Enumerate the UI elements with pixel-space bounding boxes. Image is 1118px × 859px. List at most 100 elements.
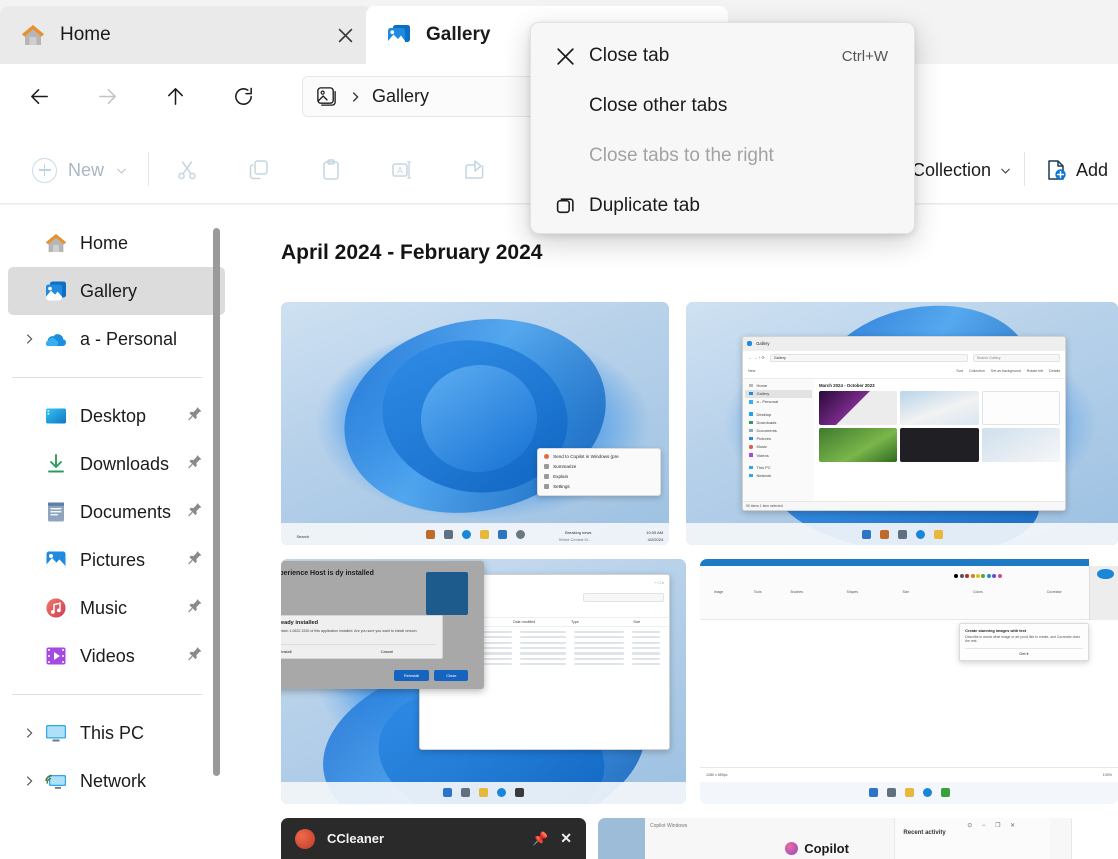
pin-icon[interactable] bbox=[187, 454, 203, 475]
home-icon bbox=[20, 22, 46, 48]
mini-cocreator-tooltip: Create stunning images with text Describ… bbox=[959, 623, 1089, 661]
gallery-date-heading: April 2024 - February 2024 bbox=[281, 241, 542, 265]
sidebar-item-label: Home bbox=[80, 233, 128, 254]
sidebar-item-label: This PC bbox=[80, 723, 144, 744]
share-button[interactable] bbox=[455, 151, 493, 189]
mini-menu-item: Summarize bbox=[538, 462, 660, 472]
collection-button[interactable]: Collection bbox=[912, 152, 1012, 188]
mini-paint-zoom: 100% bbox=[1103, 773, 1112, 777]
context-menu-item-duplicate-tab[interactable]: Duplicate tab bbox=[535, 181, 910, 231]
downloads-icon bbox=[44, 452, 68, 476]
mini-explorer-window: Gallery ← → ↑ ⟳ Gallery Search Gallery N… bbox=[742, 336, 1066, 511]
documents-icon bbox=[44, 500, 68, 524]
chevron-right-icon bbox=[348, 90, 362, 104]
pin-icon[interactable] bbox=[187, 406, 203, 427]
chevron-right-icon[interactable] bbox=[18, 770, 40, 792]
copilot-logo-icon bbox=[785, 842, 798, 855]
tab-home[interactable]: Home bbox=[0, 6, 372, 64]
desktop-icon bbox=[44, 404, 68, 428]
sidebar-item-desktop[interactable]: Desktop bbox=[8, 392, 225, 440]
chevron-down-icon bbox=[999, 164, 1012, 177]
command-separator bbox=[148, 152, 149, 186]
mini-news-title: Breaking news bbox=[565, 530, 591, 535]
paste-button[interactable] bbox=[312, 151, 350, 189]
context-menu-item-close-tabs-to-the-right: Close tabs to the right bbox=[535, 131, 910, 181]
mini-copilot-panel-heading: Recent activity bbox=[903, 830, 1042, 836]
sidebar-item-gallery[interactable]: Gallery bbox=[8, 267, 225, 315]
gallery-thumbnail-5[interactable]: CCleaner 📌 ✕ bbox=[281, 818, 586, 859]
mini-copilot-window-title: Copilot Windows bbox=[650, 823, 687, 829]
sidebar-scrollbar[interactable] bbox=[213, 228, 220, 776]
new-button-label: New bbox=[68, 160, 104, 181]
gallery-thumbnail-4[interactable]: Image Tools Brushes Shapes Size bbox=[700, 559, 1118, 804]
context-menu-label: Duplicate tab bbox=[589, 195, 700, 217]
videos-icon bbox=[44, 644, 68, 668]
mini-inner-dialog-heading: Newer version already installed bbox=[281, 620, 436, 626]
chevron-right-icon[interactable] bbox=[18, 722, 40, 744]
pin-icon[interactable] bbox=[187, 646, 203, 667]
close-icon[interactable]: ✕ bbox=[560, 830, 572, 847]
rename-button[interactable]: A bbox=[383, 151, 421, 189]
onedrive-icon bbox=[44, 327, 68, 351]
navigation-pane: Home Gallery bbox=[0, 205, 233, 859]
sidebar-item-a-personal[interactable]: a - Personal bbox=[8, 315, 225, 363]
mini-search-label: Search bbox=[297, 534, 310, 539]
copy-button[interactable] bbox=[240, 151, 278, 189]
context-menu-item-close-other-tabs[interactable]: Close other tabs bbox=[535, 81, 910, 131]
sidebar-divider-2 bbox=[12, 694, 203, 695]
sidebar-item-label: Pictures bbox=[80, 550, 145, 571]
music-icon bbox=[44, 596, 68, 620]
chevron-right-icon[interactable] bbox=[18, 328, 40, 350]
sidebar-item-this-pc[interactable]: This PC bbox=[8, 709, 225, 757]
gallery-thumbnail-3[interactable]: − □ × Name Date modified Type Size bbox=[281, 559, 686, 804]
sidebar-item-label: Desktop bbox=[80, 406, 146, 427]
gallery-icon bbox=[44, 279, 68, 303]
cut-button[interactable] bbox=[168, 151, 206, 189]
up-button[interactable] bbox=[154, 76, 196, 118]
context-menu-label: Close tabs to the right bbox=[589, 145, 774, 167]
add-folder-icon bbox=[1044, 158, 1068, 182]
add-button[interactable]: Add bbox=[1044, 152, 1108, 188]
close-icon bbox=[555, 46, 585, 67]
home-icon bbox=[44, 231, 68, 255]
sidebar-item-music[interactable]: Music bbox=[8, 584, 225, 632]
svg-text:A: A bbox=[397, 166, 403, 176]
tab-label-home: Home bbox=[60, 24, 111, 46]
mini-menu-item: Send to Copilot in Windows (pre bbox=[538, 452, 660, 462]
mini-gallery-heading: March 2024 - October 2023 bbox=[819, 383, 1060, 388]
gallery-thumbnail-6[interactable]: Copilot Windows Copilot Recent activity … bbox=[598, 818, 1118, 859]
sidebar-item-network[interactable]: Network bbox=[8, 757, 225, 805]
refresh-button[interactable] bbox=[222, 76, 264, 118]
mini-taskbar bbox=[281, 523, 669, 545]
forward-button bbox=[86, 76, 128, 118]
thispc-icon bbox=[44, 721, 68, 745]
back-button[interactable] bbox=[18, 76, 60, 118]
sidebar-item-videos[interactable]: Videos bbox=[8, 632, 225, 680]
mini-clock-date: 4/2/2024 bbox=[648, 537, 664, 542]
pin-icon[interactable] bbox=[187, 550, 203, 571]
context-menu-item-close-tab[interactable]: Close tab Ctrl+W bbox=[535, 31, 910, 81]
mini-copilot-menu: Send to Copilot in Windows (pre Summariz… bbox=[537, 448, 661, 496]
breadcrumb[interactable]: Gallery bbox=[372, 86, 429, 107]
pin-icon[interactable] bbox=[187, 598, 203, 619]
mini-menu-item: Settings bbox=[538, 482, 660, 492]
sidebar-item-label: Downloads bbox=[80, 454, 169, 475]
mini-address: Gallery bbox=[770, 354, 968, 362]
pin-icon[interactable] bbox=[187, 502, 203, 523]
gallery-thumbnail-1[interactable]: Send to Copilot in Windows (pre Summariz… bbox=[281, 302, 669, 545]
gallery-thumbnail-2[interactable]: Gallery ← → ↑ ⟳ Gallery Search Gallery N… bbox=[686, 302, 1118, 545]
pin-icon[interactable]: 📌 bbox=[532, 831, 548, 847]
picture-icon bbox=[315, 85, 338, 108]
sidebar-item-label: Videos bbox=[80, 646, 135, 667]
sidebar-item-home[interactable]: Home bbox=[8, 219, 225, 267]
close-icon[interactable] bbox=[328, 18, 362, 52]
sidebar-item-downloads[interactable]: Downloads bbox=[8, 440, 225, 488]
sidebar-item-pictures[interactable]: Pictures bbox=[8, 536, 225, 584]
sidebar-item-label: Gallery bbox=[80, 281, 137, 302]
sidebar-item-documents[interactable]: Documents bbox=[8, 488, 225, 536]
settings-icon bbox=[544, 484, 549, 489]
mini-paint-size: 1280 x 659px bbox=[706, 773, 728, 777]
collection-label: Collection bbox=[912, 160, 991, 181]
new-button[interactable]: New bbox=[22, 152, 138, 188]
context-menu-label: Close other tabs bbox=[589, 95, 727, 117]
